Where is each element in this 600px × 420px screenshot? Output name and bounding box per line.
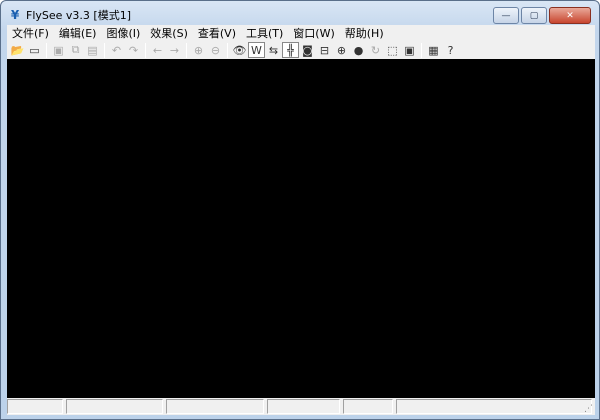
device-icon: ● bbox=[353, 43, 364, 57]
forward-button[interactable]: → bbox=[166, 42, 183, 58]
redo-icon: ↷ bbox=[128, 43, 139, 57]
crosshair-icon: ⊕ bbox=[336, 43, 347, 57]
paste-icon: ▤ bbox=[87, 43, 98, 57]
align-icon: ⇆ bbox=[268, 43, 279, 57]
copy-icon: ⧉ bbox=[71, 43, 80, 56]
menu-item[interactable]: 工具(T) bbox=[241, 25, 288, 41]
new-window-button[interactable]: ▭ bbox=[26, 42, 43, 58]
new-window-icon: ▭ bbox=[29, 43, 40, 57]
toolbar-separator bbox=[227, 42, 228, 58]
menu-item[interactable]: 效果(S) bbox=[145, 25, 193, 41]
help-icon: ? bbox=[447, 43, 454, 57]
capture-button[interactable]: ⊟ bbox=[316, 42, 333, 58]
app-icon: ¥ bbox=[10, 7, 20, 22]
zoom-in-button[interactable]: ⊕ bbox=[190, 42, 207, 58]
refresh-button[interactable]: ↻ bbox=[367, 42, 384, 58]
image-canvas[interactable] bbox=[7, 59, 595, 398]
w-mode-button[interactable]: W bbox=[248, 42, 265, 58]
portrait-button[interactable]: ▣ bbox=[401, 42, 418, 58]
clipboard-button[interactable]: ▦ bbox=[425, 42, 442, 58]
device-button[interactable]: ● bbox=[350, 42, 367, 58]
status-panel bbox=[66, 399, 163, 414]
w-mode-icon: W bbox=[251, 43, 262, 57]
paste-button[interactable]: ▤ bbox=[84, 42, 101, 58]
refresh-icon: ↻ bbox=[370, 43, 381, 57]
select-icon: ⬚ bbox=[387, 43, 398, 57]
help-button[interactable]: ? bbox=[442, 42, 459, 58]
menu-item[interactable]: 窗口(W) bbox=[288, 25, 339, 41]
open-icon: 📂 bbox=[10, 43, 25, 57]
menu-item[interactable]: 文件(F) bbox=[7, 25, 54, 41]
title-bar: ¥ FlySee v3.3 [模式1] bbox=[9, 7, 131, 23]
back-button[interactable]: ← bbox=[149, 42, 166, 58]
menu-item[interactable]: 帮助(H) bbox=[340, 25, 389, 41]
zoom-in-icon: ⊕ bbox=[193, 43, 204, 57]
portrait-icon: ▣ bbox=[404, 43, 415, 57]
save-icon: ▣ bbox=[53, 43, 64, 57]
toolbar-separator bbox=[104, 42, 105, 58]
menu-item[interactable]: 查看(V) bbox=[193, 25, 241, 41]
zoom-out-button[interactable]: ⊖ bbox=[207, 42, 224, 58]
toolbar-separator bbox=[421, 42, 422, 58]
capture-icon: ⊟ bbox=[319, 43, 330, 57]
forward-icon: → bbox=[169, 43, 180, 57]
resize-grip-icon[interactable]: ⋰ bbox=[584, 404, 593, 414]
zoom-out-icon: ⊖ bbox=[210, 43, 221, 57]
save-button[interactable]: ▣ bbox=[50, 42, 67, 58]
open-button[interactable]: 📂 bbox=[9, 42, 26, 58]
toolbar: 📂 ▭ ▣ ⧉ ▤ ↶ ↷ ← → ⊕ ⊖ 👁 W ⇆ ╬ ◙ ⊟ ⊕ ● ↻ ⬚ ▣ ▦? bbox=[7, 41, 595, 59]
select-button[interactable]: ⬚ bbox=[384, 42, 401, 58]
toolbar-separator bbox=[46, 42, 47, 58]
minimize-button[interactable]: — bbox=[493, 7, 519, 24]
status-panel bbox=[343, 399, 393, 414]
menu-item[interactable]: 图像(I) bbox=[101, 25, 145, 41]
status-bar: ⋰ bbox=[7, 398, 595, 415]
grid-icon: ╬ bbox=[287, 43, 294, 57]
redo-button[interactable]: ↷ bbox=[125, 42, 142, 58]
clipboard-icon: ▦ bbox=[428, 43, 439, 57]
undo-button[interactable]: ↶ bbox=[108, 42, 125, 58]
align-button[interactable]: ⇆ bbox=[265, 42, 282, 58]
crosshair-button[interactable]: ⊕ bbox=[333, 42, 350, 58]
app-window: ¥ FlySee v3.3 [模式1] — ▢ ✕ 文件(F) 编辑(E) 图像(I… bbox=[0, 0, 600, 420]
status-panel bbox=[396, 399, 592, 414]
back-icon: ← bbox=[152, 43, 163, 57]
status-panel bbox=[7, 399, 63, 414]
menu-bar: 文件(F) 编辑(E) 图像(I) 效果(S) 查看(V) 工具(T) 窗口(W) 帮助(H) bbox=[7, 25, 595, 41]
undo-icon: ↶ bbox=[111, 43, 122, 57]
grid-button[interactable]: ╬ bbox=[282, 42, 299, 58]
close-button[interactable]: ✕ bbox=[549, 7, 591, 24]
status-panel bbox=[166, 399, 264, 414]
camera-button[interactable]: ◙ bbox=[299, 42, 316, 58]
eye-icon: 👁 bbox=[232, 43, 247, 57]
eye-button[interactable]: 👁 bbox=[231, 42, 248, 58]
menu-item[interactable]: 编辑(E) bbox=[54, 25, 102, 41]
camera-icon: ◙ bbox=[302, 43, 313, 57]
toolbar-separator bbox=[186, 42, 187, 58]
status-panel bbox=[267, 399, 340, 414]
window-title: FlySee v3.3 [模式1] bbox=[26, 9, 131, 22]
copy-button[interactable]: ⧉ bbox=[67, 42, 84, 58]
toolbar-separator bbox=[145, 42, 146, 58]
maximize-button[interactable]: ▢ bbox=[521, 7, 547, 24]
